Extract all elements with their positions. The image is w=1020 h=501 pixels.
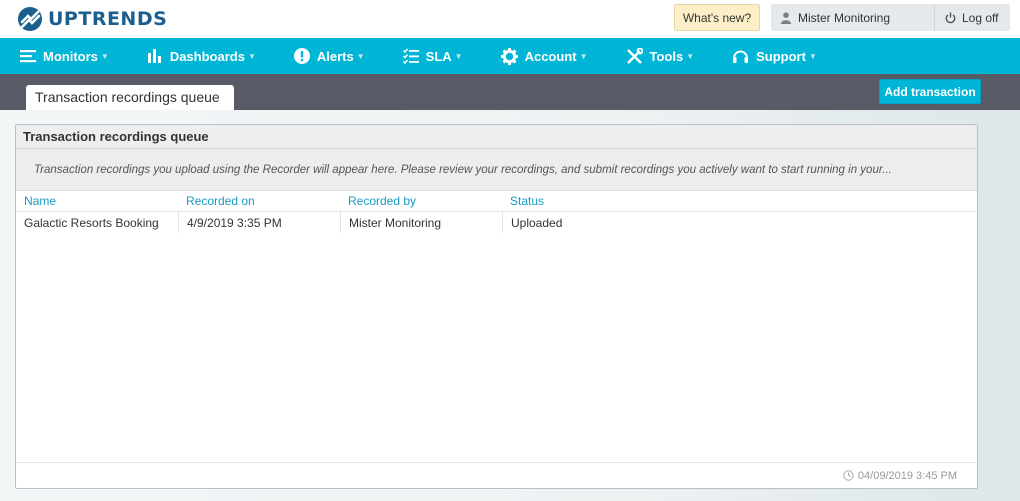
cell-status: Uploaded	[502, 212, 702, 233]
uptrends-logo[interactable]: UPTRENDS	[18, 6, 167, 32]
user-box: Mister Monitoring Log off	[771, 4, 1010, 31]
chevron-down-icon: ▼	[247, 51, 256, 61]
nav-account-label: Account	[524, 48, 577, 64]
nav-support-label: Support	[756, 48, 806, 64]
nav-tools-label: Tools	[649, 48, 684, 64]
recordings-panel: Transaction recordings queue Transaction…	[15, 124, 978, 489]
clock-icon	[843, 470, 854, 481]
checklist-icon	[402, 48, 419, 64]
gear-icon	[500, 47, 518, 65]
power-icon	[945, 12, 956, 23]
bar-chart-icon	[147, 49, 161, 63]
cell-recorded-by: Mister Monitoring	[340, 212, 502, 233]
panel-title: Transaction recordings queue	[16, 125, 977, 149]
nav-alerts-label: Alerts	[316, 48, 354, 64]
nav-monitors-label: Monitors	[43, 48, 98, 64]
column-header-recorded-on[interactable]: Recorded on	[178, 194, 340, 208]
logo-text: UPTRENDS	[48, 8, 168, 30]
add-transaction-button[interactable]: Add transaction	[879, 79, 981, 104]
chevron-down-icon: ▼	[454, 51, 463, 61]
nav-sla-label: SLA	[425, 48, 452, 64]
column-header-status[interactable]: Status	[502, 194, 702, 208]
user-icon	[781, 11, 791, 24]
nav-dashboards[interactable]: Dashboards ▼	[147, 38, 256, 74]
user-name-label: Mister Monitoring	[798, 10, 891, 25]
cell-name: Galactic Resorts Booking	[24, 215, 159, 230]
last-updated-timestamp: 04/09/2019 3:45 PM	[857, 469, 957, 482]
tools-icon	[626, 47, 643, 64]
nav-monitors[interactable]: Monitors ▼	[20, 38, 109, 74]
whats-new-button[interactable]: What's new?	[674, 4, 760, 31]
monitors-icon	[20, 50, 36, 63]
alert-icon	[293, 48, 310, 64]
nav-tools[interactable]: Tools ▼	[626, 38, 695, 74]
nav-sla[interactable]: SLA ▼	[402, 38, 463, 74]
logoff-label: Log off	[962, 10, 999, 25]
nav-alerts[interactable]: Alerts ▼	[293, 38, 365, 74]
table-row[interactable]: Galactic Resorts Booking 4/9/2019 3:35 P…	[16, 212, 977, 233]
tab-transaction-recordings-queue[interactable]: Transaction recordings queue	[26, 85, 234, 110]
cell-recorded-on: 4/9/2019 3:35 PM	[178, 212, 340, 233]
main-nav: Monitors ▼ Dashboards ▼ Alerts ▼ SLA ▼ A…	[0, 38, 1020, 74]
column-header-name[interactable]: Name	[16, 194, 178, 208]
recordings-table: Name Recorded on Recorded by Status Gala…	[16, 191, 977, 233]
page-tab-strip: Transaction recordings queue Add transac…	[0, 74, 1020, 110]
chevron-down-icon: ▼	[579, 51, 588, 61]
user-menu[interactable]: Mister Monitoring	[771, 4, 935, 31]
chevron-down-icon: ▼	[686, 51, 695, 61]
column-header-recorded-by[interactable]: Recorded by	[340, 194, 502, 208]
chevron-down-icon: ▼	[100, 51, 109, 61]
panel-description: Transaction recordings you upload using …	[16, 149, 977, 191]
nav-support[interactable]: Support ▼	[732, 38, 817, 74]
chevron-down-icon: ▼	[356, 51, 365, 61]
nav-account[interactable]: Account ▼	[500, 38, 588, 74]
nav-dashboards-label: Dashboards	[169, 48, 245, 64]
panel-footer: 04/09/2019 3:45 PM	[16, 462, 977, 488]
logoff-button[interactable]: Log off	[935, 11, 998, 25]
chevron-down-icon: ▼	[808, 51, 817, 61]
logo-mark-icon	[18, 7, 42, 31]
table-header: Name Recorded on Recorded by Status	[16, 191, 977, 212]
top-bar: UPTRENDS What's new? Mister Monitoring L…	[0, 0, 1020, 38]
headset-icon	[733, 50, 749, 63]
